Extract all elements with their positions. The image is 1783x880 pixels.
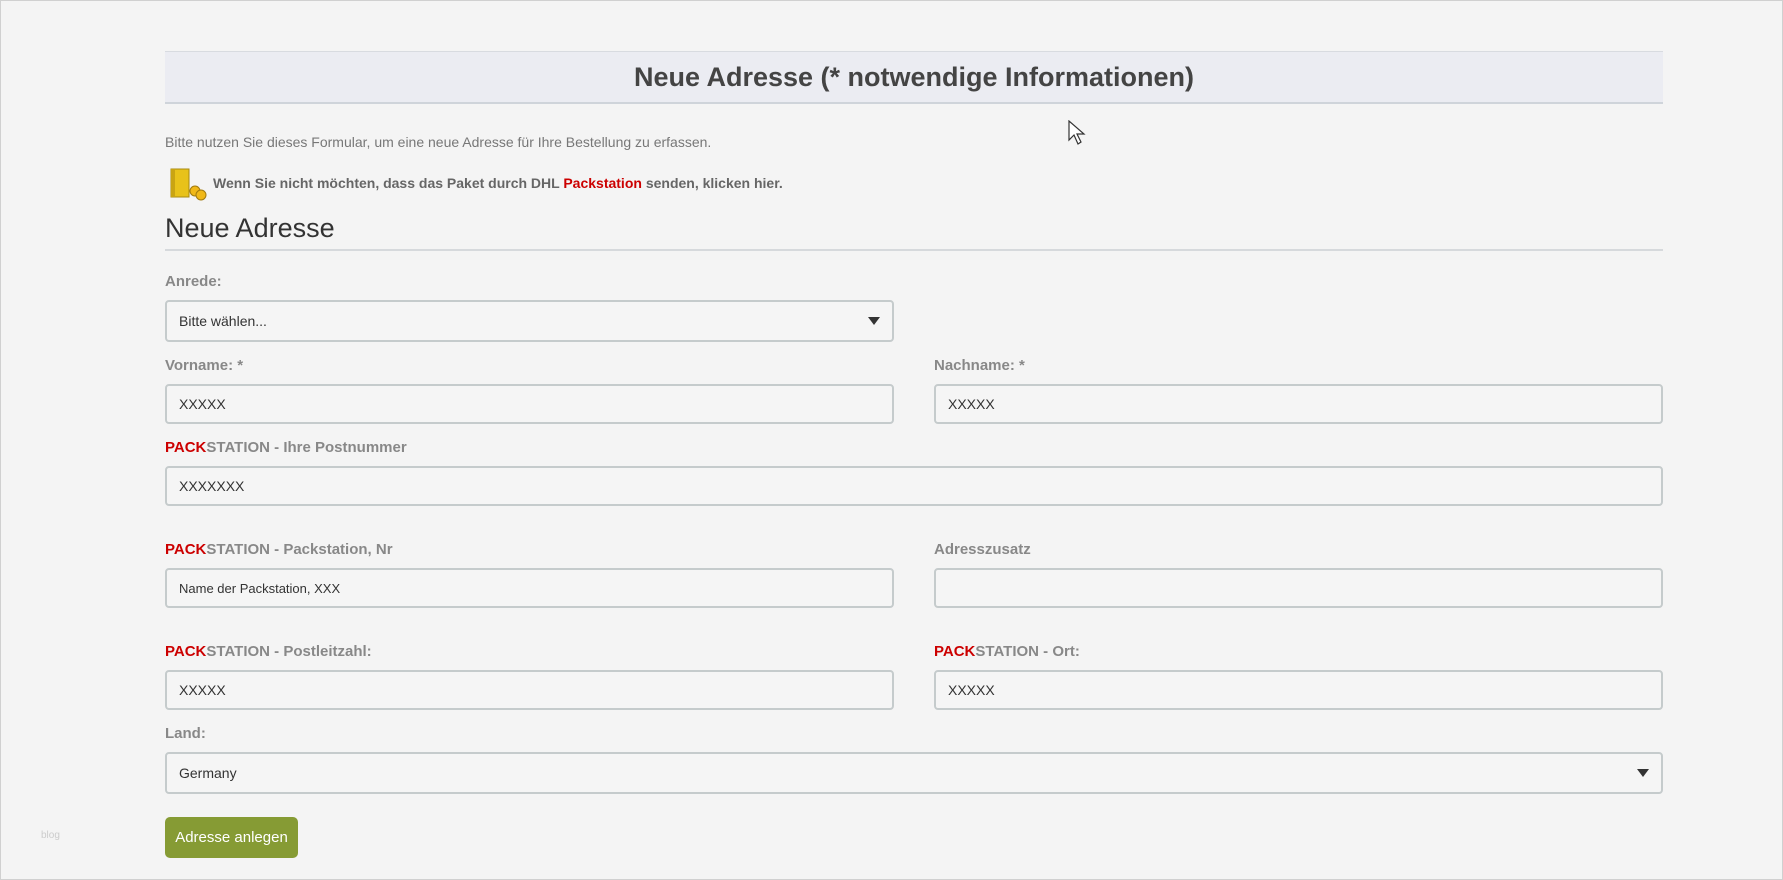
label-rest: STATION - Ort: [975,643,1080,660]
postnummer-input[interactable]: XXXXXXX [165,466,1663,506]
mouse-cursor-icon [1068,120,1086,145]
packstation-nr-label: PACKSTATION - Packstation, Nr [165,541,393,558]
packstation-icon [170,168,207,201]
vorname-label: Vorname: * [165,357,244,374]
pack-prefix: PACK [165,541,207,558]
vorname-input[interactable]: XXXXX [165,384,894,424]
pack-prefix: PACK [165,439,207,456]
ort-label: PACKSTATION - Ort: [934,643,1080,660]
divider [165,249,1663,251]
label-rest: STATION - Packstation, Nr [206,541,393,558]
notice-text: Wenn Sie nicht möchten, dass das Paket d… [213,175,564,191]
chevron-down-icon [1637,769,1649,777]
anrede-label: Anrede: [165,273,222,290]
footer-blog-text: blog [41,830,60,841]
ort-input[interactable]: XXXXX [934,670,1663,710]
notice-text-end: senden, klicken hier. [641,175,783,191]
land-value: Germany [179,765,237,781]
land-select[interactable]: Germany [165,752,1663,794]
postnummer-label: PACKSTATION - Ihre Postnummer [165,439,407,456]
adresszusatz-label: Adresszusatz [934,541,1031,558]
plz-input[interactable]: XXXXX [165,670,894,710]
intro-text: Bitte nutzen Sie dieses Formular, um ein… [165,134,712,150]
section-title: Neue Adresse [165,213,335,243]
packstation-notice[interactable]: Wenn Sie nicht möchten, dass das Paket d… [167,165,783,201]
packstation-nr-input[interactable]: Name der Packstation, XXX [165,568,894,608]
nachname-label: Nachname: * [934,357,1025,374]
submit-address-button[interactable]: Adresse anlegen [165,817,298,858]
packstation-link[interactable]: Packstation [563,175,642,191]
plz-label: PACKSTATION - Postleitzahl: [165,643,372,660]
label-rest: STATION - Postleitzahl: [206,643,372,660]
pack-prefix: PACK [165,643,207,660]
page-title: Neue Adresse (* notwendige Informationen… [165,51,1663,104]
adresszusatz-input[interactable] [934,568,1663,608]
chevron-down-icon [868,317,880,325]
anrede-select[interactable]: Bitte wählen... [165,300,894,342]
label-rest: STATION - Ihre Postnummer [206,439,407,456]
anrede-value: Bitte wählen... [179,313,267,329]
land-label: Land: [165,725,206,742]
nachname-input[interactable]: XXXXX [934,384,1663,424]
pack-prefix: PACK [934,643,976,660]
